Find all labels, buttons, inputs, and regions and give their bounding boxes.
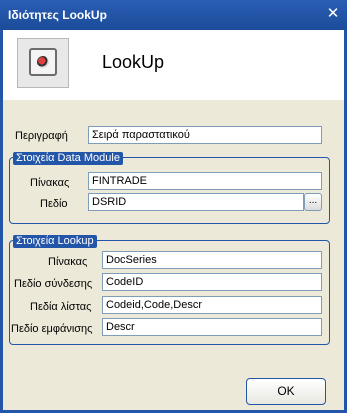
data-module-group: [9, 157, 330, 224]
display-field-label: Πεδίο εμφάνισης: [11, 323, 93, 335]
link-field-input[interactable]: CodeID: [102, 273, 322, 291]
list-fields-label: Πεδία λίστας: [30, 301, 92, 313]
display-field-input[interactable]: Descr: [102, 318, 322, 336]
data-module-field-input[interactable]: DSRID: [88, 193, 304, 211]
lookup-glyph-icon: [29, 48, 57, 76]
dialog-heading: LookUp: [102, 52, 165, 72]
ok-button[interactable]: OK: [246, 378, 326, 405]
link-field-label: Πεδίο σύνδεσης: [14, 278, 93, 290]
description-field[interactable]: Σειρά παραστατικού: [88, 126, 322, 144]
lookup-table-label: Πίνακας: [48, 256, 88, 268]
data-module-table-label: Πίνακας: [30, 177, 70, 189]
data-module-field-label: Πεδίο: [40, 198, 68, 210]
data-module-table-field[interactable]: FINTRADE: [88, 172, 322, 190]
description-label: Περιγραφή: [15, 130, 68, 142]
list-fields-input[interactable]: Codeid,Code,Descr: [102, 296, 322, 314]
browse-field-button[interactable]: ...: [304, 193, 322, 211]
lookup-control-icon: [17, 38, 69, 88]
lookup-table-field[interactable]: DocSeries: [102, 251, 322, 269]
lookup-legend: Στοιχεία Lookup: [13, 235, 97, 248]
close-icon[interactable]: ✕: [325, 6, 341, 22]
window-title: Ιδιότητες LookUp: [8, 8, 107, 22]
data-module-legend: Στοιχεία Data Module: [13, 152, 123, 165]
title-bar[interactable]: Ιδιότητες LookUp ✕: [0, 0, 347, 30]
